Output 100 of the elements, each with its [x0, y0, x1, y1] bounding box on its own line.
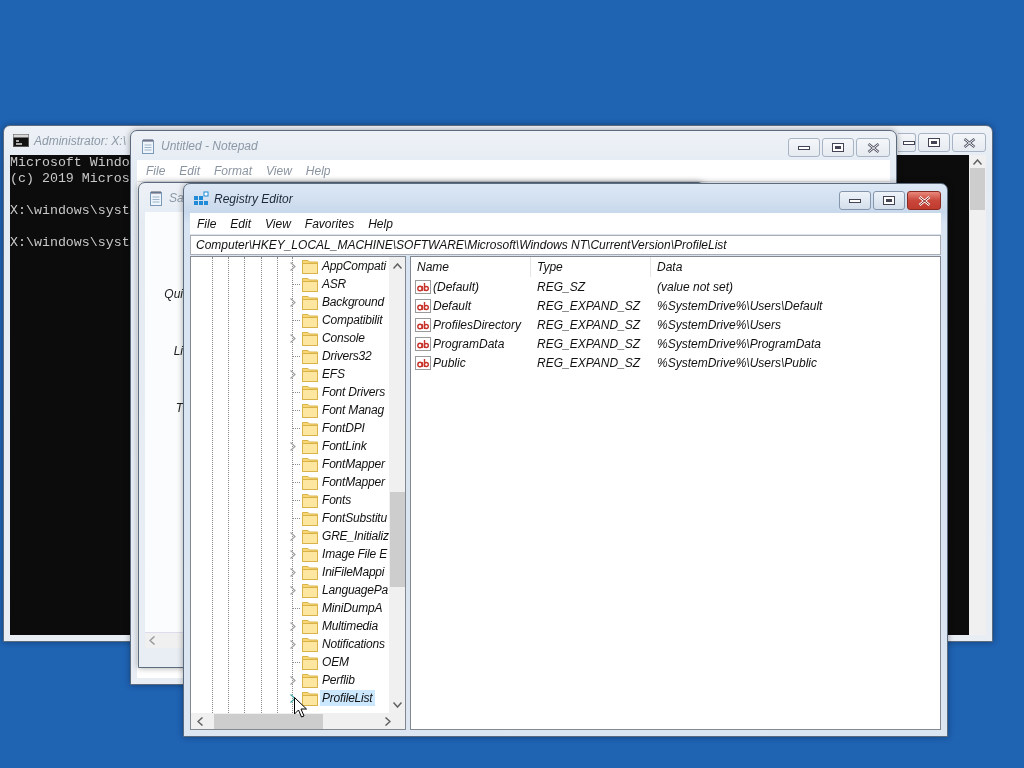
tree-item[interactable]: Image File E — [320, 546, 389, 562]
tree-item[interactable]: AppCompati — [320, 258, 389, 274]
maximize-icon — [883, 196, 895, 205]
folder-icon — [302, 492, 318, 508]
tree-item[interactable]: ProfileList — [320, 690, 375, 706]
close-button[interactable] — [856, 138, 890, 157]
folder-icon — [302, 312, 318, 328]
maximize-button[interactable] — [873, 191, 905, 210]
console-line: X:\windows\syst — [10, 235, 130, 251]
minimize-button[interactable] — [788, 138, 820, 157]
tree-item[interactable]: MiniDumpA — [320, 600, 385, 616]
tree-item[interactable]: Font Manag — [320, 402, 387, 418]
folder-icon — [302, 618, 318, 634]
folder-icon — [302, 528, 318, 544]
column-header[interactable]: Data — [651, 257, 940, 277]
navigation-item[interactable]: Li — [173, 344, 183, 358]
tree-item[interactable]: Drivers32 — [320, 348, 374, 364]
scrollbar-thumb[interactable] — [970, 168, 985, 210]
tree-item[interactable]: ASR — [320, 276, 349, 292]
minimize-button[interactable] — [898, 133, 916, 152]
close-icon — [962, 137, 976, 148]
folder-icon — [302, 348, 318, 364]
column-header[interactable]: Name — [411, 257, 531, 277]
address-field[interactable]: Computer\HKEY_LOCAL_MACHINE\SOFTWARE\Microsoft\Windows NT\CurrentVersion\ProfileList — [190, 235, 941, 255]
folder-icon — [302, 510, 318, 526]
folder-icon — [302, 672, 318, 688]
menu-item[interactable]: Edit — [225, 216, 261, 231]
window-title: Registry Editor — [214, 191, 293, 206]
tree-item[interactable]: FontDPI — [320, 420, 367, 436]
folder-icon — [302, 582, 318, 598]
folder-icon — [302, 564, 318, 580]
value-name[interactable]: ProfilesDirectory — [433, 317, 522, 332]
minimize-button[interactable] — [839, 191, 871, 210]
tree-item[interactable]: FontSubstitu — [320, 510, 389, 526]
notepad-icon — [140, 137, 156, 154]
folder-icon — [302, 546, 318, 562]
tree-item[interactable]: IniFileMappi — [320, 564, 387, 580]
maximize-icon — [928, 138, 940, 147]
value-name[interactable]: ProgramData — [433, 336, 505, 351]
maximize-button[interactable] — [918, 133, 950, 152]
console-line: X:\windows\syst — [10, 203, 130, 219]
tree-item[interactable]: Compatibilit — [320, 312, 385, 328]
menu-item[interactable]: Favorites — [299, 216, 364, 231]
console-line: (c) 2019 Micros — [10, 171, 130, 187]
tree-item[interactable]: FontMapper — [320, 474, 387, 490]
tree-item[interactable]: Perflib — [320, 672, 357, 688]
close-button[interactable] — [907, 191, 941, 210]
menu-item[interactable]: View — [260, 216, 300, 231]
tree-item[interactable]: Console — [320, 330, 367, 346]
tree-item[interactable]: OEM — [320, 654, 351, 670]
value-type: REG_EXPAND_SZ — [536, 317, 642, 332]
window-title: Untitled - Notepad — [161, 138, 258, 153]
menu-item[interactable]: File — [192, 216, 226, 231]
maximize-button[interactable] — [822, 138, 854, 157]
window-title: Sa — [169, 190, 184, 205]
value-data: %SystemDrive%\Users\Default — [656, 298, 824, 313]
folder-icon — [302, 402, 318, 418]
folder-icon — [302, 258, 318, 274]
value-type: REG_EXPAND_SZ — [536, 298, 642, 313]
tree-item[interactable]: Background — [320, 294, 387, 310]
tree-item[interactable]: Fonts — [320, 492, 353, 508]
tree-item[interactable]: Multimedia — [320, 618, 381, 634]
notepad-icon — [148, 189, 164, 206]
folder-icon — [302, 636, 318, 652]
cursor-icon — [294, 697, 307, 718]
value-name[interactable]: (Default) — [433, 279, 479, 294]
column-header[interactable]: Type — [531, 257, 651, 277]
tree-item[interactable]: FontLink — [320, 438, 369, 454]
value-name[interactable]: Default — [433, 298, 472, 313]
value-name[interactable]: Public — [433, 355, 466, 370]
tree-item[interactable]: GRE_Initializ — [320, 528, 389, 544]
tree-item[interactable]: Font Drivers — [320, 384, 387, 400]
folder-icon — [302, 420, 318, 436]
minimize-icon — [849, 197, 861, 204]
string-value-icon — [415, 278, 431, 295]
folder-icon — [302, 438, 318, 454]
scrollbar-thumb[interactable] — [214, 713, 323, 729]
menu-item[interactable]: Help — [363, 216, 402, 231]
string-value-icon — [415, 316, 431, 333]
close-button[interactable] — [952, 133, 986, 152]
value-type: REG_SZ — [536, 279, 587, 294]
scrollbar-thumb[interactable] — [389, 492, 405, 587]
tree-item[interactable]: Notifications — [320, 636, 387, 652]
tree-item[interactable]: FontMapper — [320, 456, 387, 472]
folder-icon — [302, 366, 318, 382]
tree-item[interactable]: EFS — [320, 366, 347, 382]
navigation-item[interactable]: Qui — [164, 287, 183, 301]
folder-icon — [302, 276, 318, 292]
string-value-icon — [415, 335, 431, 352]
folder-icon — [302, 330, 318, 346]
folder-icon — [302, 474, 318, 490]
folder-icon — [302, 384, 318, 400]
console-icon — [13, 132, 29, 149]
maximize-icon — [832, 143, 844, 152]
value-type: REG_EXPAND_SZ — [536, 355, 642, 370]
value-type: REG_EXPAND_SZ — [536, 336, 642, 351]
tree-item[interactable]: LanguagePa — [320, 582, 389, 598]
value-data: %SystemDrive%\ProgramData — [656, 336, 823, 351]
string-value-icon — [415, 354, 431, 371]
folder-icon — [302, 690, 318, 706]
